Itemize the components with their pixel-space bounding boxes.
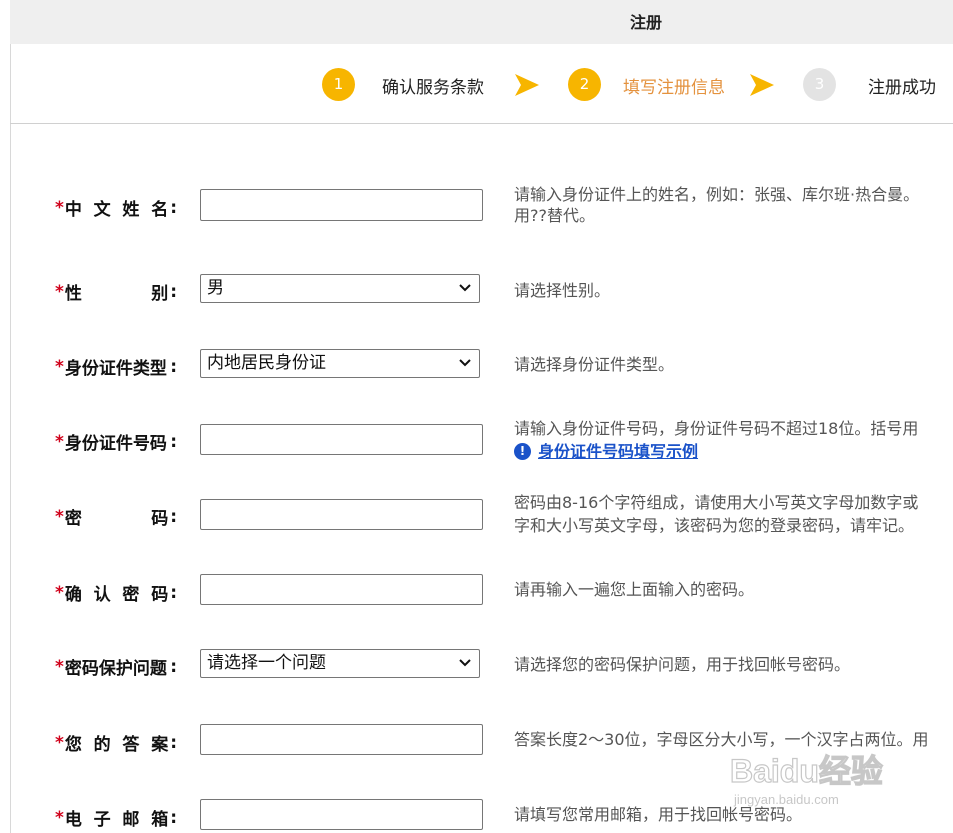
chevron-down-icon <box>459 359 471 367</box>
step-arrow-icon <box>750 74 774 96</box>
svg-text:jingyan.baidu.com: jingyan.baidu.com <box>733 792 839 807</box>
id-type-hint: 请选择身份证件类型。 <box>514 355 675 374</box>
required-mark: * <box>55 807 64 828</box>
security-question-label: * 密码保护问题 : <box>55 656 177 680</box>
required-mark: * <box>55 356 64 377</box>
id-number-label: * 身份证件号码 : <box>55 431 177 455</box>
step-2-number-icon: 2 <box>568 68 601 101</box>
email-label: * 电 子 邮 箱 : <box>55 807 177 831</box>
chevron-down-icon <box>459 284 471 292</box>
svg-text:Baidu经验: Baidu经验 <box>730 753 883 789</box>
step-2-label: 填写注册信息 <box>623 78 725 98</box>
password-label: * 密 码 : <box>55 506 177 530</box>
step-3-number-icon: 3 <box>803 68 836 101</box>
step-3-label: 注册成功 <box>868 78 936 98</box>
answer-input[interactable] <box>200 724 483 755</box>
required-mark: * <box>55 656 64 677</box>
security-question-hint: 请选择您的密码保护问题，用于找回帐号密码。 <box>514 655 851 674</box>
required-mark: * <box>55 732 64 753</box>
required-mark: * <box>55 281 64 302</box>
gender-hint: 请选择性别。 <box>514 281 611 300</box>
baidu-jingyan-watermark: Baidu经验 jingyan.baidu.com <box>730 752 884 807</box>
steps-divider <box>10 123 953 124</box>
name-label: * 中 文 姓 名 : <box>55 197 177 221</box>
required-mark: * <box>55 197 64 218</box>
page-title: 注册 <box>630 13 663 32</box>
left-border <box>10 44 11 833</box>
id-number-hint: 请输入身份证件号码，身份证件号码不超过18位。括号用 ! 身份证件号码填写示例 <box>514 419 919 462</box>
gender-selected-value: 男 <box>207 278 224 298</box>
id-type-select[interactable]: 内地居民身份证 <box>200 349 480 378</box>
confirm-password-label: * 确 认 密 码 : <box>55 582 177 606</box>
id-type-label: * 身份证件类型 : <box>55 356 177 380</box>
step-arrow-icon <box>515 74 539 96</box>
gender-select[interactable]: 男 <box>200 274 480 303</box>
id-number-input[interactable] <box>200 424 483 455</box>
answer-hint: 答案长度2～30位，字母区分大小写，一个汉字占两位。用 <box>514 730 929 749</box>
security-question-select[interactable]: 请选择一个问题 <box>200 649 480 678</box>
required-mark: * <box>55 582 64 603</box>
required-mark: * <box>55 431 64 452</box>
security-question-selected-value: 请选择一个问题 <box>207 653 326 673</box>
id-number-example-link[interactable]: ! 身份证件号码填写示例 <box>514 441 918 462</box>
step-1-label: 确认服务条款 <box>382 78 484 98</box>
page-header: 注册 <box>10 0 953 44</box>
name-hint: 请输入身份证件上的姓名，例如：张强、库尔班·热合曼。 用??替代。 <box>514 185 920 225</box>
step-1-number-icon: 1 <box>322 68 355 101</box>
password-hint: 密码由8-16个字符组成，请使用大小写英文字母加数字或 字和大小写英文字母，该密… <box>514 493 919 535</box>
password-input[interactable] <box>200 499 483 530</box>
confirm-password-hint: 请再输入一遍您上面输入的密码。 <box>514 580 755 599</box>
chinese-name-input[interactable] <box>200 189 483 221</box>
id-type-selected-value: 内地居民身份证 <box>207 353 326 373</box>
answer-label: * 您 的 答 案 : <box>55 732 177 756</box>
gender-label: * 性 别 : <box>55 281 177 305</box>
chevron-down-icon <box>459 659 471 667</box>
confirm-password-input[interactable] <box>200 574 483 605</box>
registration-steps: 1 确认服务条款 2 填写注册信息 3 注册成功 <box>0 44 953 124</box>
email-input[interactable] <box>200 799 483 830</box>
required-mark: * <box>55 506 64 527</box>
info-icon: ! <box>514 443 531 460</box>
